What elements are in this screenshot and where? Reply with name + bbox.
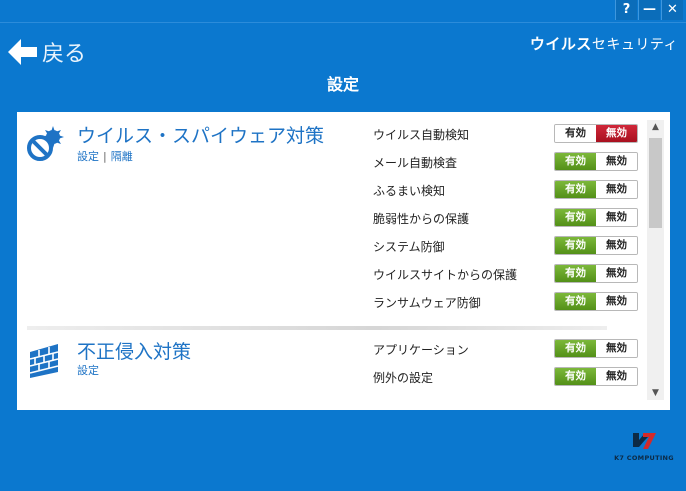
enable-option[interactable]: 有効: [555, 237, 596, 254]
back-button[interactable]: 戻る: [8, 37, 86, 67]
toggle-auto-detection[interactable]: 有効 無効: [554, 124, 638, 143]
disable-option[interactable]: 無効: [596, 293, 637, 310]
toggle-virus-site-protection[interactable]: 有効 無効: [554, 264, 638, 283]
settings-link[interactable]: 設定: [77, 364, 99, 377]
disable-option[interactable]: 無効: [596, 340, 637, 357]
enable-option[interactable]: 有効: [555, 125, 596, 142]
k7-logo-mark: [633, 433, 656, 449]
title-bar: ? — ✕: [0, 0, 686, 22]
toggle-mail-scan[interactable]: 有効 無効: [554, 152, 638, 171]
k7-logo-text: K7 COMPUTING: [614, 454, 674, 462]
section-divider: [27, 326, 607, 330]
setting-label: アプリケーション: [373, 343, 469, 357]
back-arrow-icon: [8, 39, 37, 65]
setting-row: メール自動検査 有効 無効: [373, 151, 639, 173]
help-button[interactable]: ?: [615, 0, 637, 20]
setting-row: ランサムウェア防御 有効 無効: [373, 291, 639, 313]
toggle-behavior-detection[interactable]: 有効 無効: [554, 180, 638, 199]
enable-option[interactable]: 有効: [555, 293, 596, 310]
antivirus-shield-icon: [27, 126, 64, 161]
setting-row: ウイルス自動検知 有効 無効: [373, 123, 639, 145]
setting-label: システム防御: [373, 240, 445, 254]
disable-option[interactable]: 無効: [596, 265, 637, 282]
toggle-ransomware-defense[interactable]: 有効 無効: [554, 292, 638, 311]
toggle-vulnerability-protection[interactable]: 有効 無効: [554, 208, 638, 227]
vertical-scrollbar[interactable]: ▲ ▼: [647, 120, 664, 400]
quarantine-link[interactable]: 隔離: [111, 150, 133, 163]
setting-row: ウイルスサイトからの保護 有効 無効: [373, 263, 639, 285]
enable-option[interactable]: 有効: [555, 181, 596, 198]
enable-option[interactable]: 有効: [555, 265, 596, 282]
brand-bold: ウイルス: [529, 35, 592, 53]
settings-link[interactable]: 設定: [77, 150, 99, 163]
disable-option[interactable]: 無効: [596, 125, 637, 142]
enable-option[interactable]: 有効: [555, 209, 596, 226]
setting-label: ランサムウェア防御: [373, 296, 481, 310]
section-title-antivirus: ウイルス・スパイウェア対策: [77, 125, 325, 147]
toggle-system-defense[interactable]: 有効 無効: [554, 236, 638, 255]
setting-label: メール自動検査: [373, 156, 458, 170]
setting-label: ウイルスサイトからの保護: [373, 268, 518, 282]
disable-option[interactable]: 無効: [596, 209, 637, 226]
enable-option[interactable]: 有効: [555, 153, 596, 170]
section-links-antivirus: 設定 | 隔離: [77, 148, 133, 164]
back-label: 戻る: [42, 42, 87, 67]
setting-label: 例外の設定: [373, 371, 434, 385]
brand-thin: セキュリティ: [591, 37, 678, 53]
firewall-icon: [29, 344, 59, 378]
setting-label: 脆弱性からの保護: [373, 212, 470, 226]
toggle-application[interactable]: 有効 無効: [554, 339, 638, 358]
close-button[interactable]: ✕: [661, 0, 683, 20]
disable-option[interactable]: 無効: [596, 153, 637, 170]
page-title: 設定: [326, 75, 359, 94]
enable-option[interactable]: 有効: [555, 368, 596, 385]
section-title-firewall: 不正侵入対策: [77, 341, 192, 363]
setting-row: アプリケーション 有効 無効: [373, 338, 639, 360]
title-divider: [0, 22, 686, 23]
scroll-down-arrow-icon[interactable]: ▼: [647, 386, 664, 400]
enable-option[interactable]: 有効: [555, 340, 596, 357]
k7-logo: K7 COMPUTING: [613, 430, 675, 462]
scroll-up-arrow-icon[interactable]: ▲: [647, 120, 664, 134]
setting-row: ふるまい検知 有効 無効: [373, 179, 639, 201]
toggle-exception-settings[interactable]: 有効 無効: [554, 367, 638, 386]
setting-row: システム防御 有効 無効: [373, 235, 639, 257]
setting-row: 脆弱性からの保護 有効 無効: [373, 207, 639, 229]
setting-label: ウイルス自動検知: [373, 128, 470, 142]
disable-option[interactable]: 無効: [596, 181, 637, 198]
brand-title: ウイルスセキュリティ: [530, 33, 678, 54]
scroll-thumb[interactable]: [649, 138, 662, 228]
disable-option[interactable]: 無効: [596, 237, 637, 254]
link-separator: |: [103, 150, 107, 163]
section-links-firewall: 設定: [77, 362, 99, 378]
setting-row: 例外の設定 有効 無効: [373, 366, 639, 388]
setting-label: ふるまい検知: [373, 184, 446, 198]
minimize-button[interactable]: —: [638, 0, 660, 20]
settings-panel: ウイルス・スパイウェア対策 設定 | 隔離 ウイルス自動検知 有効 無効 メール自動…: [17, 112, 670, 410]
disable-option[interactable]: 無効: [596, 368, 637, 385]
